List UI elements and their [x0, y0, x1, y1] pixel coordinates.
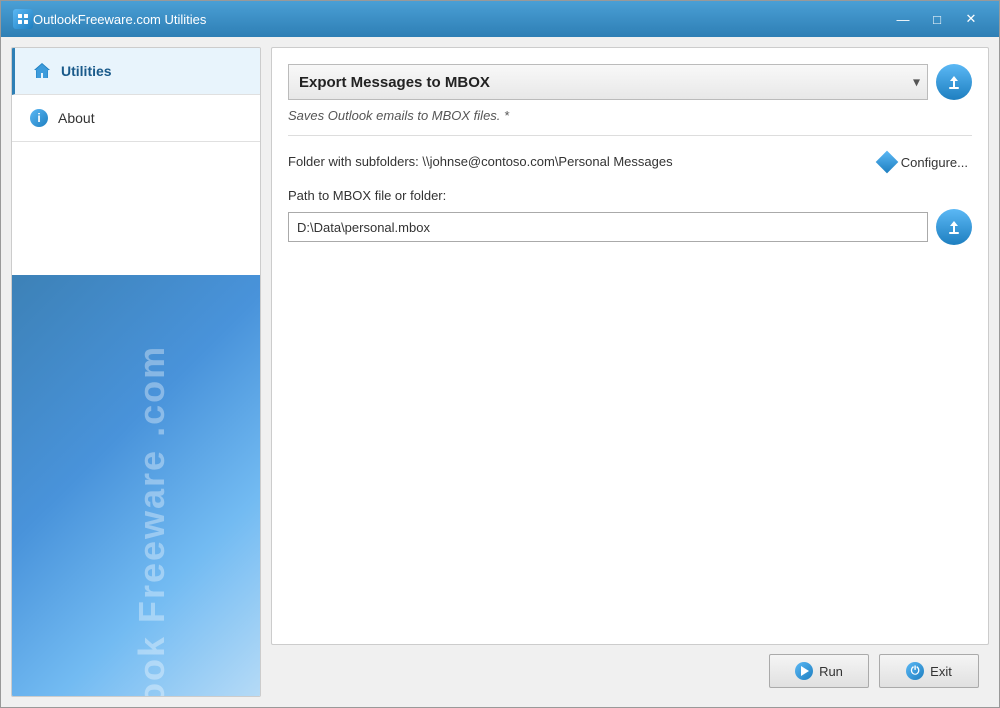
folder-row: Folder with subfolders: \\johnse@contoso…: [288, 152, 972, 172]
app-window: OutlookFreeware.com Utilities — □ ✕ Outl…: [0, 0, 1000, 708]
diamond-icon: [875, 151, 898, 174]
close-button[interactable]: ✕: [955, 7, 987, 31]
app-icon: [13, 9, 33, 29]
titlebar: OutlookFreeware.com Utilities — □ ✕: [1, 1, 999, 37]
content-area: Export Messages to MBOX Import Messages …: [271, 47, 989, 645]
maximize-button[interactable]: □: [921, 7, 953, 31]
exit-button[interactable]: ⏻ Exit: [879, 654, 979, 688]
export-dropdown-wrapper: Export Messages to MBOX Import Messages …: [288, 64, 928, 100]
bottom-bar: Run ⏻ Exit: [271, 645, 989, 697]
minimize-button[interactable]: —: [887, 7, 919, 31]
sidebar: Outlook Freeware .com Utilities i: [11, 47, 261, 697]
run-icon: [795, 662, 813, 680]
path-input[interactable]: [288, 212, 928, 242]
sidebar-background: [12, 275, 260, 696]
home-icon: [31, 60, 53, 82]
utilities-label: Utilities: [61, 63, 112, 79]
description-text: Saves Outlook emails to MBOX files. *: [288, 108, 972, 123]
upload-button[interactable]: [936, 64, 972, 100]
exit-label: Exit: [930, 664, 952, 679]
info-icon: i: [28, 107, 50, 129]
sidebar-nav: Utilities i About: [12, 48, 260, 142]
dropdown-row: Export Messages to MBOX Import Messages …: [288, 64, 972, 100]
configure-label: Configure...: [901, 155, 968, 170]
sidebar-item-utilities[interactable]: Utilities: [12, 48, 260, 95]
path-label: Path to MBOX file or folder:: [288, 188, 972, 203]
run-button[interactable]: Run: [769, 654, 869, 688]
browse-button[interactable]: [936, 209, 972, 245]
path-row: [288, 209, 972, 245]
right-panel: Export Messages to MBOX Import Messages …: [271, 47, 989, 697]
folder-path-text: Folder with subfolders: \\johnse@contoso…: [288, 152, 863, 172]
configure-button[interactable]: Configure...: [875, 152, 972, 172]
sidebar-item-about[interactable]: i About: [12, 95, 260, 142]
exit-icon: ⏻: [906, 662, 924, 680]
window-title: OutlookFreeware.com Utilities: [33, 12, 887, 27]
main-content: Outlook Freeware .com Utilities i: [1, 37, 999, 707]
window-controls: — □ ✕: [887, 7, 987, 31]
divider: [288, 135, 972, 136]
export-dropdown[interactable]: Export Messages to MBOX Import Messages …: [288, 64, 928, 100]
run-label: Run: [819, 664, 843, 679]
about-label: About: [58, 110, 95, 126]
